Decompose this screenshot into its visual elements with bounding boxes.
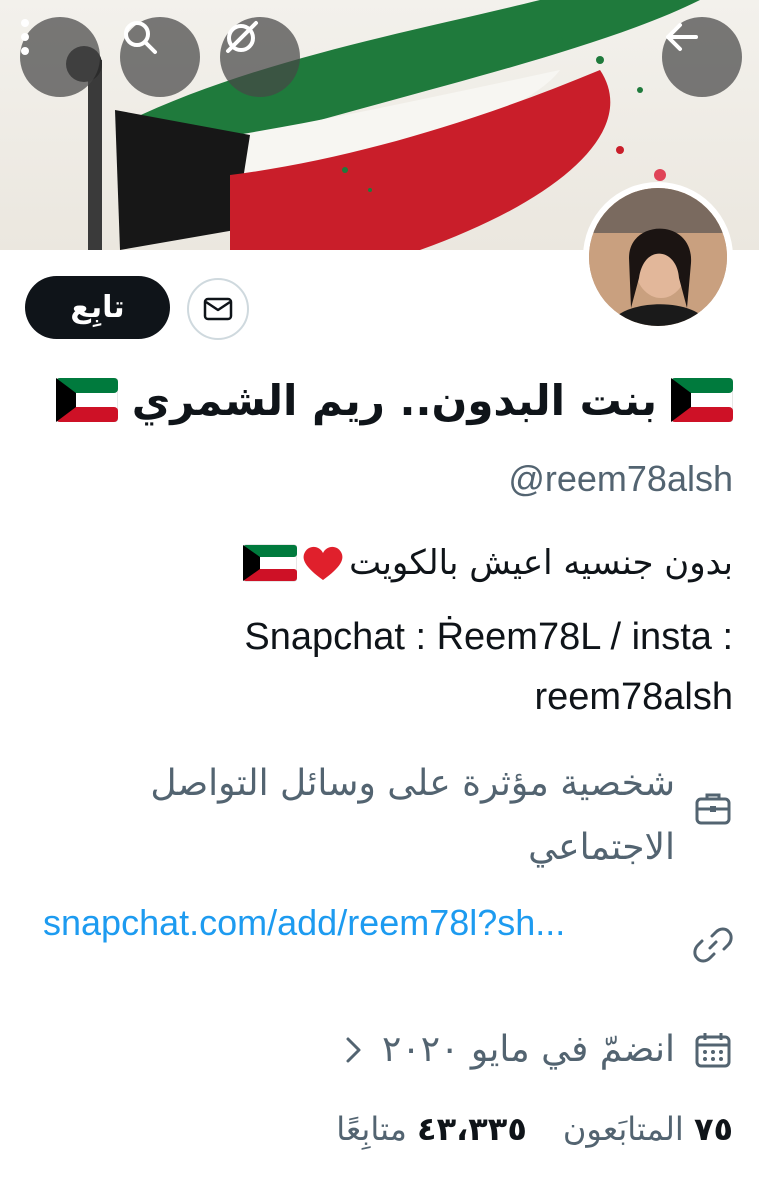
profile-link[interactable]: snapchat.com/add/reem78l?sh... <box>43 893 675 953</box>
profile-stats: ٧٥ المتابَعون ٤٣،٣٣٥ متابِعًا <box>336 1110 733 1148</box>
follow-button[interactable]: تابِع <box>25 276 170 339</box>
follow-button-label: تابِع <box>70 290 125 325</box>
arrow-left-icon <box>666 23 698 51</box>
search-icon <box>124 21 157 54</box>
chevron-right-icon <box>346 1037 361 1063</box>
briefcase-icon <box>695 793 731 825</box>
following-count: ٧٥ <box>693 1110 733 1148</box>
grok-icon <box>226 21 258 53</box>
message-button[interactable] <box>187 278 249 340</box>
more-options-button[interactable] <box>20 17 100 97</box>
more-vertical-icon <box>21 19 29 55</box>
avatar-photo <box>589 188 727 326</box>
display-name: بنت البدون.. ريم الشمري <box>131 375 657 425</box>
followers-stat[interactable]: ٤٣،٣٣٥ متابِعًا <box>336 1110 527 1148</box>
following-label: المتابَعون <box>562 1110 684 1148</box>
profile-name-row: بنت البدون.. ريم الشمري <box>40 365 733 435</box>
bio-text: بدون جنسيه اعيش بالكويت <box>349 543 733 583</box>
following-stat[interactable]: ٧٥ المتابَعون <box>563 1110 733 1148</box>
link-icon <box>693 927 733 963</box>
profile-avatar[interactable] <box>583 182 733 332</box>
kuwait-flag-icon <box>55 378 118 422</box>
grok-button[interactable] <box>220 17 300 97</box>
red-heart-icon <box>303 546 343 580</box>
user-handle: @reem78alsh <box>508 458 733 499</box>
calendar-icon <box>695 1033 731 1068</box>
category-text: شخصية مؤثرة على وسائل التواصل الاجتماعي <box>150 763 675 868</box>
back-button[interactable] <box>662 17 742 97</box>
bio-contacts: Snapchat : Ṙeem78L / insta : reem78alsh <box>244 616 733 718</box>
kuwait-flag-icon <box>671 378 733 422</box>
joined-date-text: انضمّ في مايو ٢٠٢٠ <box>382 1029 675 1070</box>
joined-date-row[interactable]: انضمّ في مايو ٢٠٢٠ <box>344 1018 733 1082</box>
bio-line-1: بدون جنسيه اعيش بالكويت <box>243 543 733 583</box>
envelope-icon <box>203 297 233 321</box>
followers-label: متابِعًا <box>336 1110 407 1148</box>
followers-count: ٤٣،٣٣٥ <box>417 1110 527 1148</box>
kuwait-flag-icon <box>243 544 298 582</box>
profile-link-row: snapchat.com/add/reem78l?sh... <box>43 893 733 965</box>
search-button[interactable] <box>120 17 200 97</box>
profile-category: شخصية مؤثرة على وسائل التواصل الاجتماعي <box>133 752 733 880</box>
